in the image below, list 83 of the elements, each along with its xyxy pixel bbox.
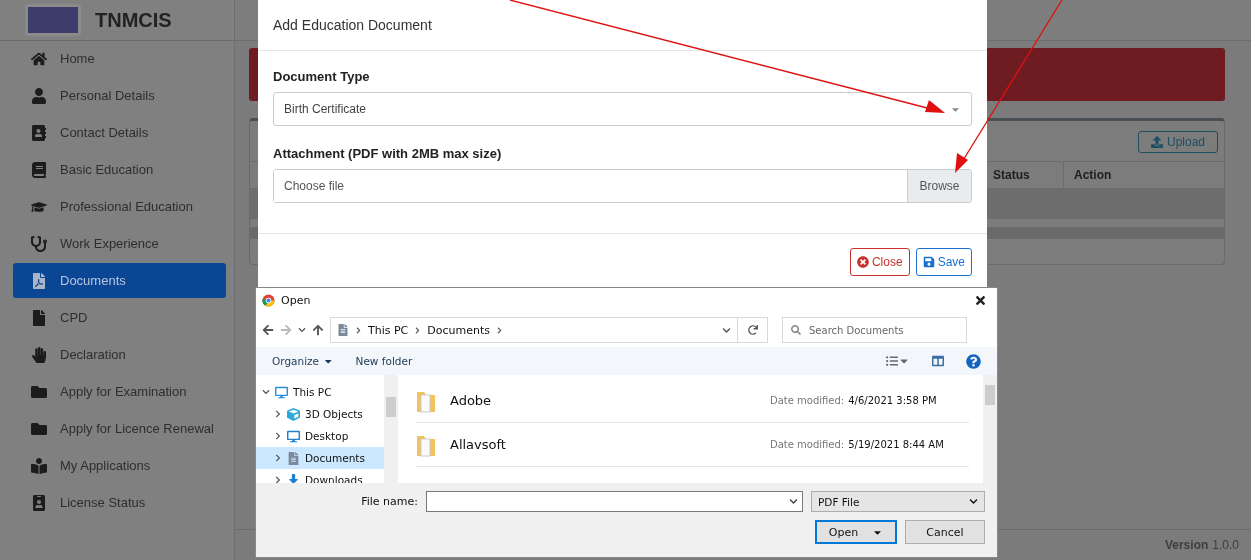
- folder-icon: [30, 420, 48, 437]
- sidebar-item[interactable]: License Status: [13, 485, 226, 520]
- book-icon: [30, 161, 48, 178]
- sidebar-item[interactable]: Apply for Licence Renewal: [13, 411, 226, 446]
- field-label: Document Type: [273, 69, 371, 84]
- refresh-button[interactable]: [738, 317, 768, 343]
- version-label: Version: [1164, 538, 1209, 552]
- preview-pane-icon[interactable]: [932, 355, 944, 367]
- tree-item[interactable]: This PC: [256, 381, 384, 403]
- breadcrumb: This PC: [368, 323, 409, 337]
- tree-item[interactable]: Desktop: [256, 425, 384, 447]
- refresh-icon: [747, 325, 758, 335]
- chevron-right-icon: [274, 476, 282, 483]
- sidebar-item[interactable]: Apply for Examination: [13, 374, 226, 409]
- pdf-file-icon: [30, 272, 48, 289]
- chevron-right-icon: [274, 410, 282, 418]
- toolbar-button[interactable]: New folder: [355, 355, 413, 367]
- help-icon[interactable]: [966, 353, 981, 369]
- chevron-down-icon: [722, 325, 731, 335]
- dialog-title: Open: [281, 294, 311, 307]
- address-bar[interactable]: This PC Documents: [330, 317, 738, 343]
- upload-icon: [1150, 136, 1163, 148]
- stethoscope-icon: [30, 235, 48, 252]
- sidebar-item[interactable]: Declaration: [13, 337, 226, 372]
- file-name-field[interactable]: [426, 491, 803, 512]
- tree-item[interactable]: Documents: [256, 447, 384, 469]
- save-button[interactable]: Save: [915, 248, 972, 276]
- toolbar-button[interactable]: Organize: [272, 355, 334, 367]
- id-badge-icon: [30, 494, 48, 511]
- version-number: 1.0.0: [1212, 538, 1239, 552]
- sidebar-item[interactable]: CPD: [13, 300, 226, 335]
- folder-icon: [30, 383, 48, 400]
- chevron-right-icon: [355, 326, 362, 334]
- computer-icon: [275, 385, 288, 399]
- chevron-down-icon[interactable]: [298, 326, 306, 334]
- field-label: Attachment (PDF with 2MB max size): [273, 146, 503, 161]
- modal-title: Add Education Document: [273, 17, 432, 33]
- chevron-down-icon: [262, 388, 270, 396]
- chevron-right-icon: [274, 432, 282, 440]
- sidebar-item[interactable]: My Applications: [13, 448, 226, 483]
- search-field[interactable]: Search Documents: [782, 317, 967, 343]
- file-icon: [30, 309, 48, 326]
- sidebar-item[interactable]: Documents: [13, 263, 226, 298]
- sidebar-item[interactable]: Home: [13, 41, 226, 76]
- up-arrow-icon[interactable]: [312, 324, 324, 336]
- browser-logo-icon: [262, 294, 275, 307]
- close-button[interactable]: Close: [849, 248, 910, 276]
- reader-icon: [30, 457, 48, 474]
- sidebar-item[interactable]: Professional Education: [13, 189, 226, 224]
- file-field[interactable]: Choose file Browse: [273, 169, 972, 203]
- cancel-button[interactable]: Cancel: [905, 520, 985, 544]
- open-button[interactable]: Open: [815, 520, 897, 544]
- file-type-select[interactable]: PDF File: [811, 491, 985, 512]
- logo-icon: [25, 4, 81, 36]
- search-icon: [791, 325, 801, 335]
- chevron-right-icon: [414, 326, 422, 334]
- document-icon: [337, 324, 349, 336]
- document-type-select[interactable]: Birth Certificate: [273, 92, 972, 126]
- hand-icon: [30, 346, 48, 363]
- column-header: Action: [1063, 162, 1224, 188]
- sidebar-item[interactable]: Work Experience: [13, 226, 226, 261]
- chevron-down-icon: [789, 497, 798, 506]
- file-name-label: File name:: [361, 495, 418, 508]
- file-row[interactable]: Adobe Date modified: 4/6/2021 3:58 PM: [416, 379, 969, 423]
- chevron-right-icon: [496, 326, 503, 334]
- browse-button[interactable]: Browse: [907, 170, 971, 202]
- address-book-icon: [30, 124, 48, 141]
- sidebar-item[interactable]: Basic Education: [13, 152, 226, 187]
- person-icon: [30, 87, 48, 104]
- app-name: TNMCIS: [95, 8, 172, 32]
- cube-icon: [287, 407, 300, 421]
- chevron-down-icon: [969, 497, 978, 506]
- tree-item[interactable]: 3D Objects: [256, 403, 384, 425]
- house-icon: [30, 50, 48, 67]
- desktop-icon: [287, 429, 300, 443]
- file-row[interactable]: Allavsoft Date modified: 5/19/2021 8:44 AM: [416, 423, 969, 467]
- back-arrow-icon[interactable]: [262, 324, 274, 336]
- document-icon: [287, 451, 300, 465]
- sidebar-item[interactable]: Contact Details: [13, 115, 226, 150]
- sidebar-item[interactable]: Personal Details: [13, 78, 226, 113]
- view-options-icon[interactable]: [886, 355, 910, 367]
- breadcrumb: Documents: [427, 323, 490, 337]
- chevron-right-icon: [274, 454, 282, 462]
